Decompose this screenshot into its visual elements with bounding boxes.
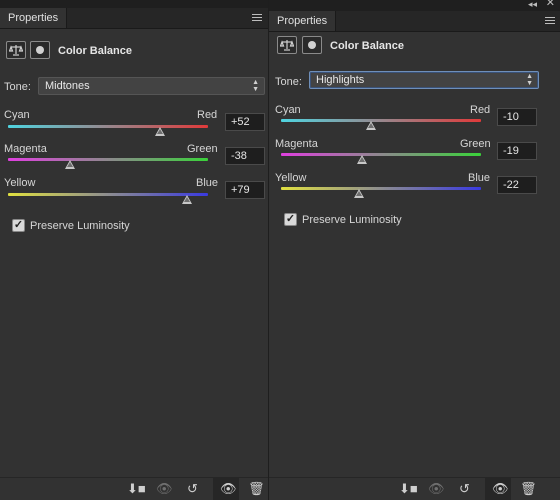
panel-tab-bar: Properties — [0, 8, 268, 29]
cyan-red-value-input[interactable]: -10 — [497, 108, 537, 126]
magenta-green-slider-track[interactable] — [8, 158, 208, 161]
collapse-panel-icon[interactable]: ◂◂ — [528, 0, 537, 9]
reset-icon[interactable]: ↺ — [187, 482, 198, 496]
panel-title: Color Balance — [58, 45, 132, 57]
yellow-blue-slider-thumb[interactable] — [182, 195, 192, 204]
clip-to-layer-icon[interactable]: ⬇■ — [127, 482, 146, 496]
panel-top-strip — [0, 0, 268, 8]
magenta-green-value-input[interactable]: -38 — [225, 147, 265, 165]
view-previous-state-icon[interactable]: 👁 — [156, 482, 173, 496]
cyan-red-value-input[interactable]: +52 — [225, 113, 265, 131]
eye-icon: 👁 — [220, 481, 237, 496]
magenta-green-slider-thumb[interactable] — [65, 160, 75, 169]
preserve-luminosity-label: Preserve Luminosity — [30, 220, 130, 232]
tone-select[interactable]: Midtones ▲ ▼ — [38, 77, 265, 95]
properties-panel-right: ◂◂ ✕ Properties Color Balance Tone: High… — [268, 0, 560, 500]
tone-label: Tone: — [275, 76, 302, 88]
trash-icon[interactable]: 🗑 — [520, 482, 537, 496]
mask-dot — [36, 46, 44, 54]
close-icon[interactable]: ✕ — [546, 0, 555, 9]
clip-to-layer-icon[interactable]: ⬇■ — [399, 482, 418, 496]
yellow-blue-slider-track[interactable] — [281, 187, 481, 190]
preserve-luminosity-checkbox[interactable]: ✓ — [284, 213, 297, 226]
tone-label: Tone: — [4, 81, 31, 93]
panel-title: Color Balance — [330, 40, 404, 52]
yellow-blue-slider-track[interactable] — [8, 193, 208, 196]
tab-properties[interactable]: Properties — [0, 8, 68, 28]
yellow-blue-value-input[interactable]: -22 — [497, 176, 537, 194]
panel-bottom-bar: ⬇■ 👁 ↺ 👁 🗑 — [269, 477, 560, 500]
layer-mask-icon[interactable] — [30, 41, 50, 59]
slider-label-right: Red — [197, 109, 218, 121]
tone-select[interactable]: Highlights ▲ ▼ — [309, 71, 539, 89]
magenta-green-slider-thumb[interactable] — [357, 155, 367, 164]
slider-label-left: Yellow — [4, 177, 36, 189]
yellow-blue-slider-thumb[interactable] — [354, 189, 364, 198]
magenta-green-value-input[interactable]: -19 — [497, 142, 537, 160]
slider-label-left: Cyan — [4, 109, 30, 121]
slider-label-right: Red — [470, 104, 491, 116]
reset-icon[interactable]: ↺ — [459, 482, 470, 496]
slider-label-right: Blue — [468, 172, 491, 184]
balance-scale-icon — [277, 36, 297, 54]
slider-label-right: Blue — [196, 177, 219, 189]
view-previous-state-icon[interactable]: 👁 — [428, 482, 445, 496]
properties-panel-left: Properties Color Balance Tone: Midtones … — [0, 0, 268, 500]
panel-tab-bar: Properties — [269, 11, 560, 32]
tab-properties[interactable]: Properties — [269, 11, 337, 31]
panel-menu-icon[interactable] — [252, 14, 262, 22]
slider-label-left: Magenta — [275, 138, 318, 150]
slider-label-left: Cyan — [275, 104, 301, 116]
preserve-luminosity-checkbox[interactable]: ✓ — [12, 219, 25, 232]
preserve-luminosity-label: Preserve Luminosity — [302, 214, 402, 226]
cyan-red-slider-track[interactable] — [8, 125, 208, 128]
eye-icon: 👁 — [492, 481, 509, 496]
layer-mask-icon[interactable] — [302, 36, 322, 54]
tone-select-value: Highlights — [316, 74, 365, 86]
panel-menu-icon[interactable] — [545, 17, 555, 25]
magenta-green-slider-track[interactable] — [281, 153, 481, 156]
slider-label-left: Magenta — [4, 143, 47, 155]
cyan-red-slider-track[interactable] — [281, 119, 481, 122]
visibility-toggle[interactable]: 👁 — [213, 478, 239, 500]
select-arrows-icon: ▲ ▼ — [252, 79, 259, 93]
slider-label-right: Green — [187, 143, 218, 155]
trash-icon[interactable]: 🗑 — [248, 482, 265, 496]
mask-dot — [308, 41, 316, 49]
select-arrows-icon: ▲ ▼ — [526, 73, 533, 87]
cyan-red-slider-thumb[interactable] — [366, 121, 376, 130]
yellow-blue-value-input[interactable]: +79 — [225, 181, 265, 199]
panel-top-strip: ◂◂ ✕ — [269, 0, 560, 11]
slider-label-left: Yellow — [275, 172, 307, 184]
visibility-toggle[interactable]: 👁 — [485, 478, 511, 500]
balance-scale-icon — [6, 41, 26, 59]
panel-bottom-bar: ⬇■ 👁 ↺ 👁 🗑 — [0, 477, 268, 500]
cyan-red-slider-thumb[interactable] — [155, 127, 165, 136]
tone-select-value: Midtones — [45, 80, 90, 92]
slider-label-right: Green — [460, 138, 491, 150]
